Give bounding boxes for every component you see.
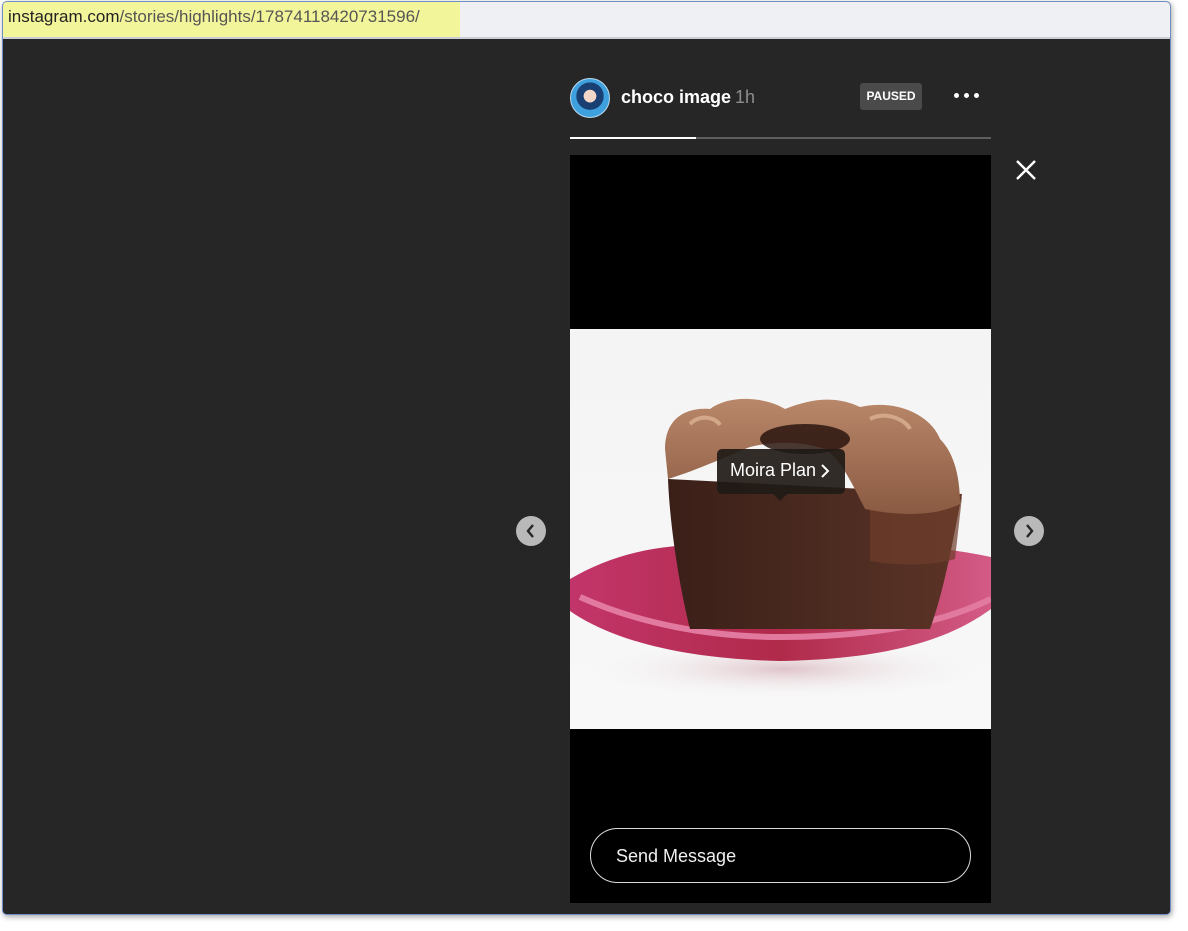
username[interactable]: choco image <box>621 87 731 108</box>
send-message-field[interactable] <box>590 828 971 883</box>
url-text[interactable]: instagram.com/stories/highlights/1787411… <box>8 7 420 27</box>
story-progress-fill <box>570 137 697 139</box>
chevron-right-icon <box>821 464 830 478</box>
address-bar[interactable]: instagram.com/stories/highlights/1787411… <box>3 2 1170 39</box>
story-frame[interactable]: Moira Plan <box>570 155 991 903</box>
product-tag[interactable]: Moira Plan <box>717 449 845 501</box>
story-progress-bar <box>570 137 991 139</box>
time-ago: 1h <box>735 87 756 107</box>
chevron-left-icon <box>526 524 534 538</box>
chevron-right-icon <box>1026 524 1034 538</box>
url-path: /stories/highlights/17874118420731596/ <box>119 7 420 26</box>
url-domain: instagram.com <box>8 7 120 26</box>
browser-window: instagram.com/stories/highlights/1787411… <box>2 1 1171 915</box>
story-viewer: choco image 1h PAUSED Moira Plan Send Me… <box>3 39 1170 914</box>
story-image <box>570 329 991 729</box>
avatar[interactable] <box>570 78 610 118</box>
product-tag-label: Moira Plan <box>730 460 817 480</box>
dot <box>964 93 969 98</box>
story-header: choco image 1h PAUSED <box>570 78 991 122</box>
next-story-button[interactable] <box>1014 516 1044 546</box>
previous-story-button[interactable] <box>516 516 546 546</box>
tag-pointer <box>772 493 788 501</box>
send-message-input[interactable] <box>616 845 946 867</box>
dot <box>954 93 959 98</box>
close-icon-glyph <box>1016 160 1036 180</box>
dot <box>974 93 979 98</box>
cupcake-image <box>570 398 991 699</box>
paused-status-badge: PAUSED <box>860 83 922 110</box>
more-options-icon[interactable] <box>952 84 982 108</box>
close-icon[interactable] <box>1013 157 1039 183</box>
